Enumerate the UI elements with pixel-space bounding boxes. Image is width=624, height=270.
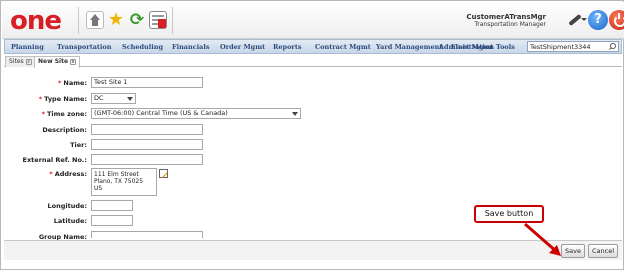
wrench-icon[interactable] bbox=[566, 10, 587, 30]
nav-item-transportation[interactable]: Transportation bbox=[57, 43, 111, 51]
nav-item-scheduling[interactable]: Scheduling bbox=[122, 43, 163, 51]
header-divider bbox=[78, 7, 79, 34]
time-zone-select[interactable]: (GMT-06:00) Central Time (US & Canada) bbox=[91, 108, 301, 119]
chevron-down-icon bbox=[125, 94, 135, 103]
name-label: * Name: bbox=[57, 79, 87, 87]
report-icon[interactable] bbox=[149, 11, 167, 29]
main-nav: Planning Transportation Scheduling Finan… bbox=[4, 39, 622, 54]
longitude-field[interactable] bbox=[91, 200, 133, 211]
tier-field[interactable] bbox=[91, 139, 203, 150]
chevron-down-icon bbox=[290, 109, 300, 118]
type-name-label: * Type Name: bbox=[38, 95, 87, 103]
callout-arrow-icon bbox=[524, 223, 561, 256]
required-marker: * bbox=[49, 170, 53, 178]
type-name-select[interactable]: DC bbox=[91, 93, 136, 104]
latitude-label: Latitude: bbox=[53, 217, 87, 225]
tab-new-site[interactable]: New Site x bbox=[34, 56, 81, 68]
home-icon[interactable] bbox=[86, 11, 104, 29]
nav-item-administration[interactable]: Administration bbox=[439, 43, 494, 51]
group-name-field[interactable] bbox=[91, 231, 203, 238]
nav-item-tools[interactable]: Tools bbox=[496, 43, 515, 51]
refresh-icon[interactable]: ⟳ bbox=[128, 11, 146, 29]
close-icon[interactable]: x bbox=[70, 58, 77, 65]
close-icon[interactable]: x bbox=[25, 58, 32, 65]
nav-item-yard-management[interactable]: Yard Management bbox=[376, 43, 442, 51]
app-header: one ★ ⟳ CustomerATransMgr Transportation… bbox=[2, 2, 624, 39]
search-input[interactable] bbox=[530, 42, 604, 51]
header-divider bbox=[172, 7, 173, 34]
description-field[interactable] bbox=[91, 124, 203, 135]
user-role: Transportation Manager bbox=[474, 21, 546, 28]
latitude-field[interactable] bbox=[91, 215, 133, 226]
star-icon[interactable]: ★ bbox=[107, 11, 125, 29]
address-line: 111 Elm Street bbox=[94, 171, 139, 178]
one-logo[interactable]: one bbox=[10, 8, 72, 34]
user-name: CustomerATransMgr bbox=[466, 13, 546, 21]
name-field[interactable]: Test Site 1 bbox=[91, 77, 203, 88]
required-marker: * bbox=[41, 110, 45, 118]
longitude-label: Longitude: bbox=[47, 202, 87, 210]
required-marker: * bbox=[38, 95, 43, 103]
required-marker: * bbox=[57, 79, 62, 87]
time-zone-label: * Time zone: bbox=[41, 110, 87, 118]
cancel-button[interactable]: Cancel bbox=[588, 244, 618, 258]
tab-label: New Site bbox=[38, 58, 69, 65]
search-icon[interactable] bbox=[608, 43, 616, 51]
nav-item-reports[interactable]: Reports bbox=[273, 43, 302, 51]
tab-label: Sites bbox=[9, 58, 24, 65]
address-line: Plano, TX 75025 bbox=[94, 178, 144, 185]
nav-item-order-mgmt[interactable]: Order Mgmt bbox=[220, 43, 265, 51]
power-icon[interactable] bbox=[609, 10, 624, 30]
external-ref-label: External Ref. No.: bbox=[22, 156, 87, 164]
address-label: * Address: bbox=[49, 170, 87, 178]
help-icon[interactable]: ? bbox=[588, 10, 608, 30]
save-button-callout: Save button bbox=[474, 205, 544, 223]
nav-item-contract-mgmt[interactable]: Contract Mgmt bbox=[315, 43, 371, 51]
description-label: Description: bbox=[42, 126, 87, 134]
search-box bbox=[527, 41, 619, 52]
nav-item-financials[interactable]: Financials bbox=[172, 43, 210, 51]
tab-sites[interactable]: Sites x bbox=[5, 56, 36, 67]
edit-address-icon[interactable] bbox=[159, 169, 168, 178]
nav-item-planning[interactable]: Planning bbox=[11, 43, 44, 51]
tier-label: Tier: bbox=[70, 141, 87, 149]
address-box[interactable]: 111 Elm Street Plano, TX 75025 US bbox=[91, 168, 157, 196]
tab-bar: Sites x New Site x bbox=[4, 55, 622, 68]
external-ref-field[interactable] bbox=[91, 154, 203, 165]
address-line: US bbox=[94, 185, 103, 192]
app-window: one ★ ⟳ CustomerATransMgr Transportation… bbox=[0, 0, 624, 270]
